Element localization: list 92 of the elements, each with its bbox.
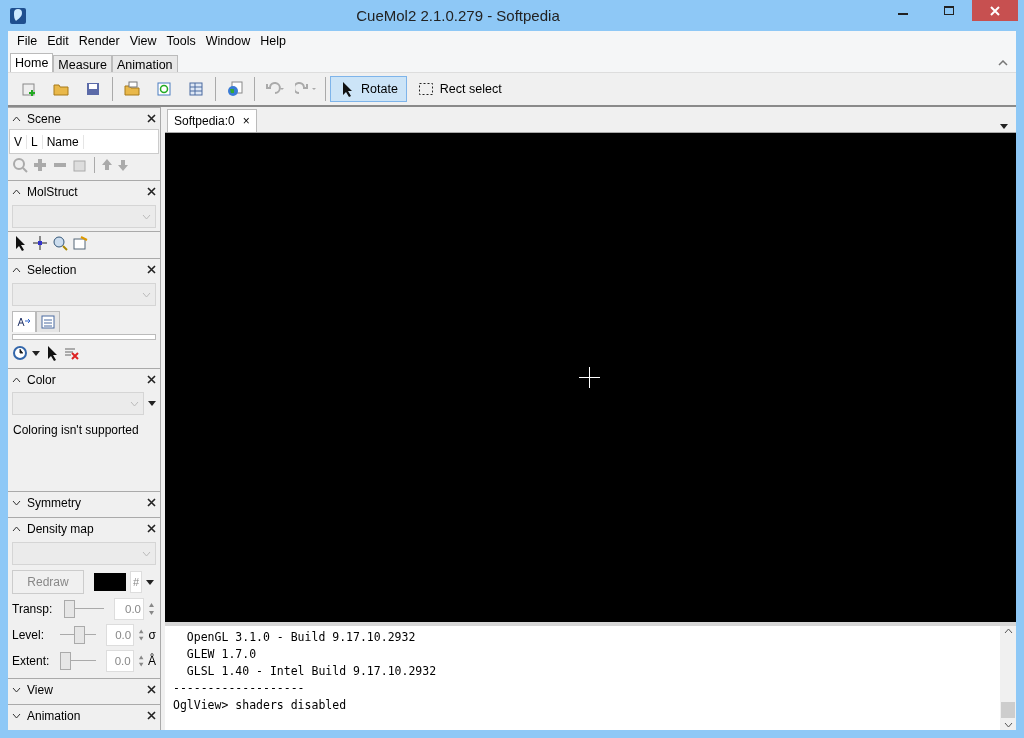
close-icon[interactable] <box>147 375 156 384</box>
document-tab[interactable]: Softpedia:0 × <box>167 109 257 132</box>
mode-button[interactable]: Rect select <box>408 76 511 102</box>
ribbon-tab[interactable]: Animation <box>112 55 178 72</box>
folder-icon[interactable] <box>53 81 69 97</box>
dropdown-icon <box>148 401 156 406</box>
close-icon[interactable] <box>147 711 156 720</box>
maximize-icon[interactable] <box>944 5 954 16</box>
chevron-icon <box>130 400 139 407</box>
slider-label: Level: <box>12 628 46 642</box>
close-icon[interactable] <box>147 187 156 196</box>
zoom-icon[interactable] <box>12 157 28 173</box>
history-icon[interactable] <box>12 345 28 361</box>
chevron-icon <box>142 213 151 220</box>
new-file-icon[interactable] <box>21 81 37 97</box>
chevron-icon <box>142 291 151 298</box>
collapse-icon[interactable] <box>998 59 1008 66</box>
panel-title: Selection <box>27 262 78 277</box>
menu-item[interactable]: Help <box>255 34 291 48</box>
dropdown-icon <box>32 350 40 356</box>
collapse-icon[interactable] <box>12 115 21 122</box>
menu-item[interactable]: View <box>124 34 162 48</box>
menu-item[interactable]: File <box>12 34 43 48</box>
window-title: CueMol2 2.1.0.279 - Softpedia <box>355 7 561 24</box>
collapse-icon[interactable] <box>12 188 21 195</box>
table-icon[interactable] <box>188 81 204 97</box>
move-icon[interactable] <box>32 235 48 251</box>
unit-label: σ <box>148 628 156 642</box>
scroll-down-icon[interactable] <box>1003 722 1013 728</box>
column-header[interactable]: V <box>10 134 27 149</box>
status-message: Coloring isn't supported <box>12 422 140 439</box>
close-icon[interactable] <box>147 685 156 694</box>
menu-item[interactable]: Tools <box>161 34 201 48</box>
globe-icon[interactable] <box>227 81 243 97</box>
close-icon[interactable] <box>147 265 156 274</box>
color-dropdown[interactable] <box>12 392 144 415</box>
clear-selection-icon[interactable] <box>64 345 80 361</box>
console-output: OpenGL 3.1.0 - Build 9.17.10.2932 GLEW 1.7.0 GLSL 1.40 - Intel Build 9.17.10.2932 ------------------- OglView> shaders disabled <box>172 629 438 714</box>
save-icon[interactable] <box>85 81 101 97</box>
panel-title: Density map <box>27 521 95 536</box>
collapse-icon[interactable] <box>12 376 21 383</box>
unit-label: Å <box>148 654 156 668</box>
rectangle-select-icon <box>417 81 434 97</box>
slider-label: Extent: <box>12 654 51 668</box>
ribbon-tab[interactable]: Measure <box>53 55 112 72</box>
expand-icon[interactable] <box>12 686 21 693</box>
scroll-up-icon[interactable] <box>1003 628 1013 634</box>
close-icon[interactable] <box>147 498 156 507</box>
panel-title: MolStruct <box>27 184 79 199</box>
panel-title: Symmetry <box>27 495 82 510</box>
dropdown-icon <box>1000 124 1008 129</box>
slider-thumb[interactable] <box>59 652 71 670</box>
collapse-icon[interactable] <box>12 266 21 273</box>
column-header[interactable]: Name <box>42 134 84 149</box>
menu-item[interactable]: Render <box>73 34 125 48</box>
selection-field[interactable] <box>12 334 156 340</box>
close-tab-button[interactable]: × <box>242 114 250 128</box>
app-icon[interactable] <box>9 6 27 25</box>
down-arrow-icon[interactable] <box>117 157 129 173</box>
menu-item[interactable]: Edit <box>42 34 74 48</box>
chevron-icon <box>142 550 151 557</box>
menu-item[interactable]: Window <box>200 34 256 48</box>
close-icon[interactable] <box>147 114 156 123</box>
up-arrow-icon[interactable] <box>101 157 113 173</box>
ribbon-tab[interactable]: Home <box>10 53 54 72</box>
number-field[interactable]: 0.0 <box>106 624 135 646</box>
close-icon <box>990 5 1000 16</box>
close-icon[interactable] <box>147 524 156 533</box>
number-field[interactable]: 0.0 <box>114 598 144 620</box>
panel-title: Animation <box>27 708 82 723</box>
expand-icon[interactable] <box>12 499 21 506</box>
column-header[interactable]: L <box>27 134 43 149</box>
slider-thumb[interactable] <box>74 626 86 644</box>
slider-thumb[interactable] <box>64 600 75 618</box>
mode-button[interactable]: Rotate <box>330 76 407 102</box>
spinner-icon[interactable] <box>148 600 155 618</box>
scrollbar-thumb[interactable] <box>1001 702 1015 718</box>
color-swatch[interactable] <box>94 573 126 591</box>
panel-title: Scene <box>27 111 63 126</box>
number-field[interactable]: 0.0 <box>106 650 134 672</box>
panel-title: View <box>27 682 54 697</box>
add-icon[interactable] <box>32 157 48 173</box>
close-button[interactable] <box>972 0 1018 21</box>
crosshair-icon <box>579 367 600 388</box>
expand-icon[interactable] <box>12 712 21 719</box>
color-field[interactable]: # <box>130 571 142 593</box>
collapse-icon[interactable] <box>12 525 21 532</box>
dropdown-icon <box>146 579 154 585</box>
zoom-icon[interactable] <box>52 235 68 251</box>
document-folder-icon[interactable] <box>124 81 140 97</box>
panel-title: Color <box>27 372 57 387</box>
slider-label: Transp: <box>12 602 54 616</box>
